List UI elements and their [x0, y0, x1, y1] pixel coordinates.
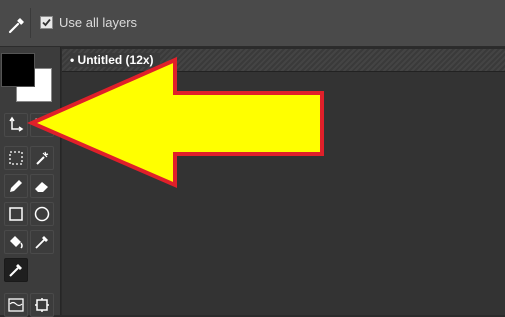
magic-wand-tool[interactable] — [30, 146, 54, 170]
eraser-icon — [35, 182, 48, 192]
gradient-tool[interactable] — [4, 293, 28, 317]
use-all-layers-label: Use all layers — [59, 15, 138, 30]
use-all-layers-checkbox[interactable] — [40, 16, 53, 29]
fill-bucket-tool[interactable] — [4, 230, 28, 254]
eyedropper-brush-icon — [35, 236, 48, 249]
swap-colors-icon — [9, 116, 24, 132]
pencil-tool[interactable] — [4, 174, 28, 198]
eyedropper-brush-tool[interactable] — [30, 230, 54, 254]
ellipse-tool[interactable] — [30, 202, 54, 226]
rectangle-tool[interactable] — [4, 202, 28, 226]
pencil-icon — [10, 180, 22, 192]
color-picker-icon — [9, 264, 22, 277]
ellipse-icon — [34, 206, 50, 222]
marquee-select-tool[interactable] — [4, 146, 28, 170]
toolbar-divider — [30, 8, 31, 38]
reset-colors-icon — [35, 118, 44, 127]
eraser-tool[interactable] — [30, 174, 54, 198]
crop-tool[interactable] — [30, 293, 54, 317]
magic-wand-icon — [36, 151, 49, 165]
crop-icon — [35, 298, 49, 312]
fill-bucket-icon — [10, 236, 23, 249]
reset-colors-button[interactable] — [30, 113, 54, 137]
document-title[interactable]: • Untitled (12x) — [70, 53, 160, 67]
eyedropper-icon — [8, 18, 24, 34]
options-bar: Use all layers — [0, 0, 505, 47]
marquee-select-icon — [9, 151, 23, 165]
color-picker-tool[interactable] — [4, 258, 28, 282]
swap-colors-button[interactable] — [4, 113, 28, 137]
gradient-icon — [8, 298, 24, 312]
rectangle-icon — [9, 207, 23, 221]
foreground-color-swatch[interactable] — [1, 53, 35, 87]
canvas-area[interactable] — [62, 72, 505, 315]
